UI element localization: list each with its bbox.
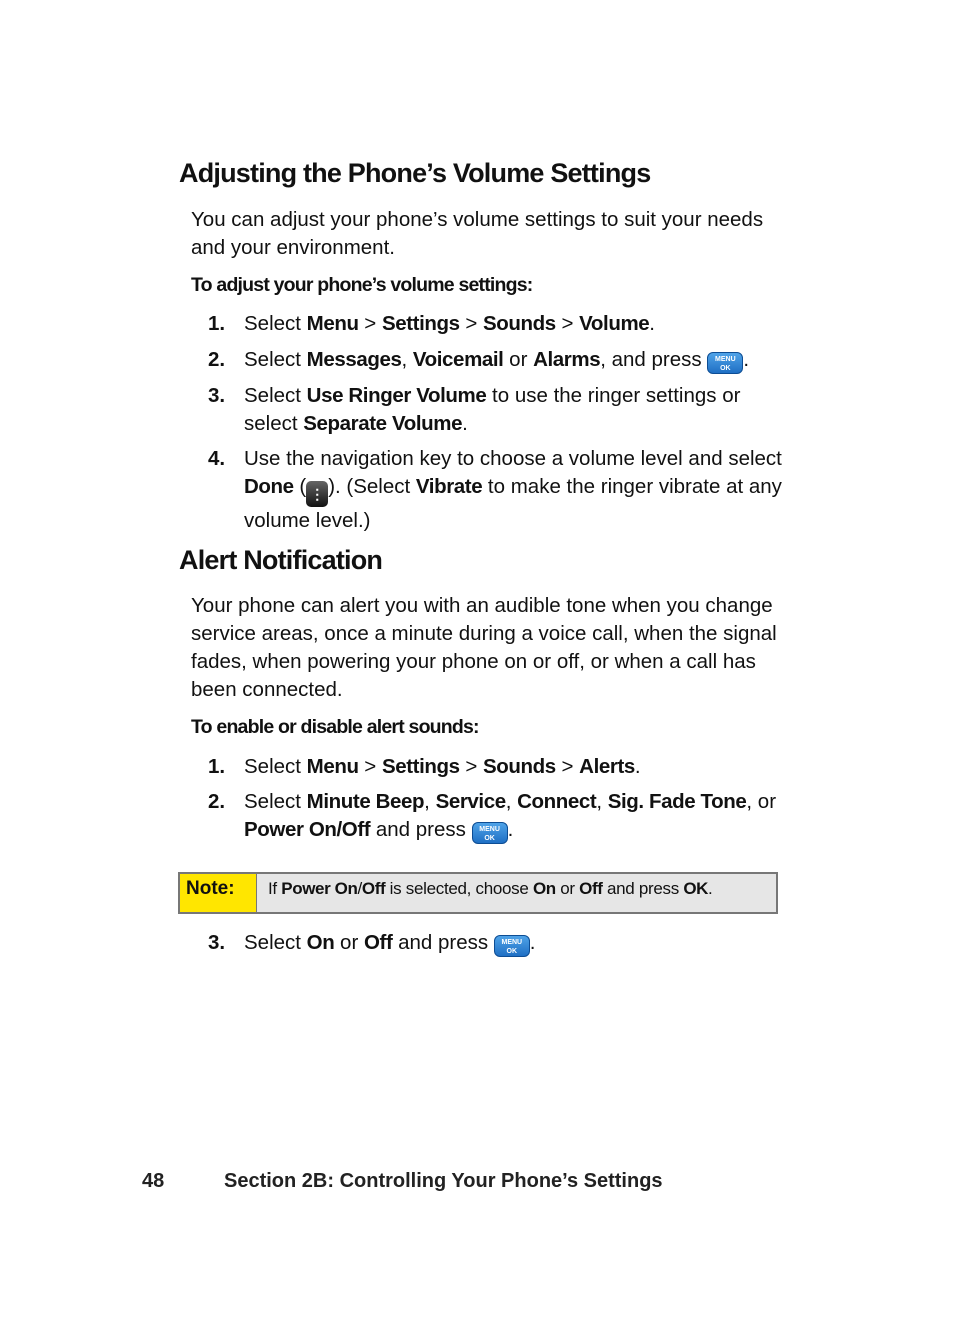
note-box: Note: If Power On/Off is selected, choos…	[178, 872, 778, 914]
text-run: .	[507, 818, 514, 841]
note-label: Note:	[180, 874, 257, 912]
bold-term: Messages	[306, 348, 402, 371]
text-run: Select	[244, 348, 307, 371]
menu-ok-key-icon: MENU OK	[471, 822, 508, 844]
text-run: and press	[392, 931, 494, 954]
bold-term: Done	[244, 475, 294, 498]
note-text: If Power On/Off is selected, choose On o…	[257, 874, 713, 912]
bold-term: On	[532, 879, 556, 898]
text-run: or	[555, 879, 580, 898]
text-run: >	[459, 755, 484, 778]
step-text: Select Minute Beep, Service, Connect, Si…	[244, 788, 784, 844]
text-run: and press	[370, 818, 472, 841]
text-run: >	[555, 755, 580, 778]
text-run: Select	[244, 384, 307, 407]
step-number: 2.	[208, 348, 226, 371]
text-run: , and press	[600, 348, 708, 371]
text-run: Select	[244, 312, 307, 335]
text-run: (	[293, 475, 307, 498]
bold-term: Alarms	[533, 348, 601, 371]
section-title-alert: Alert Notification	[179, 545, 383, 575]
text-run: .	[634, 755, 641, 778]
bold-term: OK	[683, 879, 709, 898]
step-text: Select Menu > Settings > Sounds > Alerts…	[244, 753, 784, 781]
text-run: .	[462, 412, 468, 435]
bold-term: Voicemail	[412, 348, 504, 371]
bold-term: On	[306, 931, 335, 954]
bold-term: Menu	[306, 755, 359, 778]
text-run: >	[358, 312, 382, 335]
text-run: >	[459, 312, 484, 335]
menu-ok-key-icon: MENU OK	[493, 935, 530, 957]
bold-term: Settings	[381, 312, 460, 335]
step-text: Select Messages, Voicemail or Alarms, an…	[244, 346, 784, 374]
menu-ok-key-icon: MENU OK	[707, 352, 744, 374]
bold-term: Sig. Fade Tone	[607, 790, 747, 813]
bold-term: Use Ringer Volume	[306, 384, 487, 407]
volume-intro: You can adjust your phone’s volume setti…	[191, 208, 764, 259]
bold-term: Volume	[579, 312, 650, 335]
step-number: 1.	[208, 755, 226, 778]
bold-term: Service	[435, 790, 507, 813]
bold-term: Minute Beep	[306, 790, 425, 813]
page-number: 48	[142, 1170, 165, 1192]
section-title-volume: Adjusting the Phone’s Volume Settings	[179, 158, 651, 188]
alert-intro: Your phone can alert you with an audible…	[191, 594, 777, 701]
step-text: Select On or Off and press MENU OK.	[244, 929, 784, 957]
text-run: or	[334, 931, 364, 954]
bold-term: Power On/Off	[244, 818, 371, 841]
bold-term: Power On	[281, 879, 358, 898]
text-run: >	[555, 312, 580, 335]
text-run: ,	[424, 790, 436, 813]
text-run: , or	[746, 790, 777, 813]
text-run: .	[649, 312, 655, 335]
text-run: is selected, choose	[385, 879, 533, 898]
alert-subheading: To enable or disable alert sounds:	[191, 716, 480, 738]
text-run: .	[743, 348, 750, 371]
volume-subheading: To adjust your phone’s volume settings:	[191, 274, 533, 296]
text-run: If	[268, 879, 282, 898]
text-run: ,	[401, 348, 413, 371]
text-run: and press	[602, 879, 684, 898]
step-number: 3.	[208, 931, 226, 954]
text-run: .	[708, 879, 713, 898]
text-run: ). (Select	[328, 475, 416, 498]
bold-term: Menu	[306, 312, 359, 335]
bold-term: Vibrate	[415, 475, 483, 498]
text-run: or	[503, 348, 534, 371]
step-number: 3.	[208, 384, 226, 407]
text-run: Use the navigation key to choose a volum…	[244, 447, 782, 470]
done-softkey-icon: ⋮	[306, 481, 329, 507]
text-run: Select	[244, 755, 307, 778]
step-text: Select Menu > Settings > Sounds > Volume…	[244, 310, 784, 338]
step-number: 4.	[208, 447, 226, 470]
text-run: Select	[244, 931, 307, 954]
bold-term: Off	[361, 879, 386, 898]
step-text: Use the navigation key to choose a volum…	[244, 445, 784, 535]
text-run: Select	[244, 790, 307, 813]
bold-term: Off	[579, 879, 603, 898]
bold-term: Separate Volume	[303, 412, 463, 435]
step-number: 1.	[208, 312, 226, 335]
footer-section-title: Section 2B: Controlling Your Phone’s Set…	[224, 1170, 663, 1192]
bold-term: Connect	[517, 790, 597, 813]
text-run: >	[358, 755, 382, 778]
text-run: .	[529, 931, 536, 954]
bold-term: Alerts	[579, 755, 635, 778]
bold-term: Settings	[381, 755, 460, 778]
text-run: ,	[596, 790, 608, 813]
bold-term: Sounds	[483, 755, 556, 778]
bold-term: Sounds	[483, 312, 556, 335]
bold-term: Off	[363, 931, 393, 954]
step-text: Select Use Ringer Volume to use the ring…	[244, 382, 784, 438]
text-run: ,	[505, 790, 518, 813]
step-number: 2.	[208, 790, 226, 813]
